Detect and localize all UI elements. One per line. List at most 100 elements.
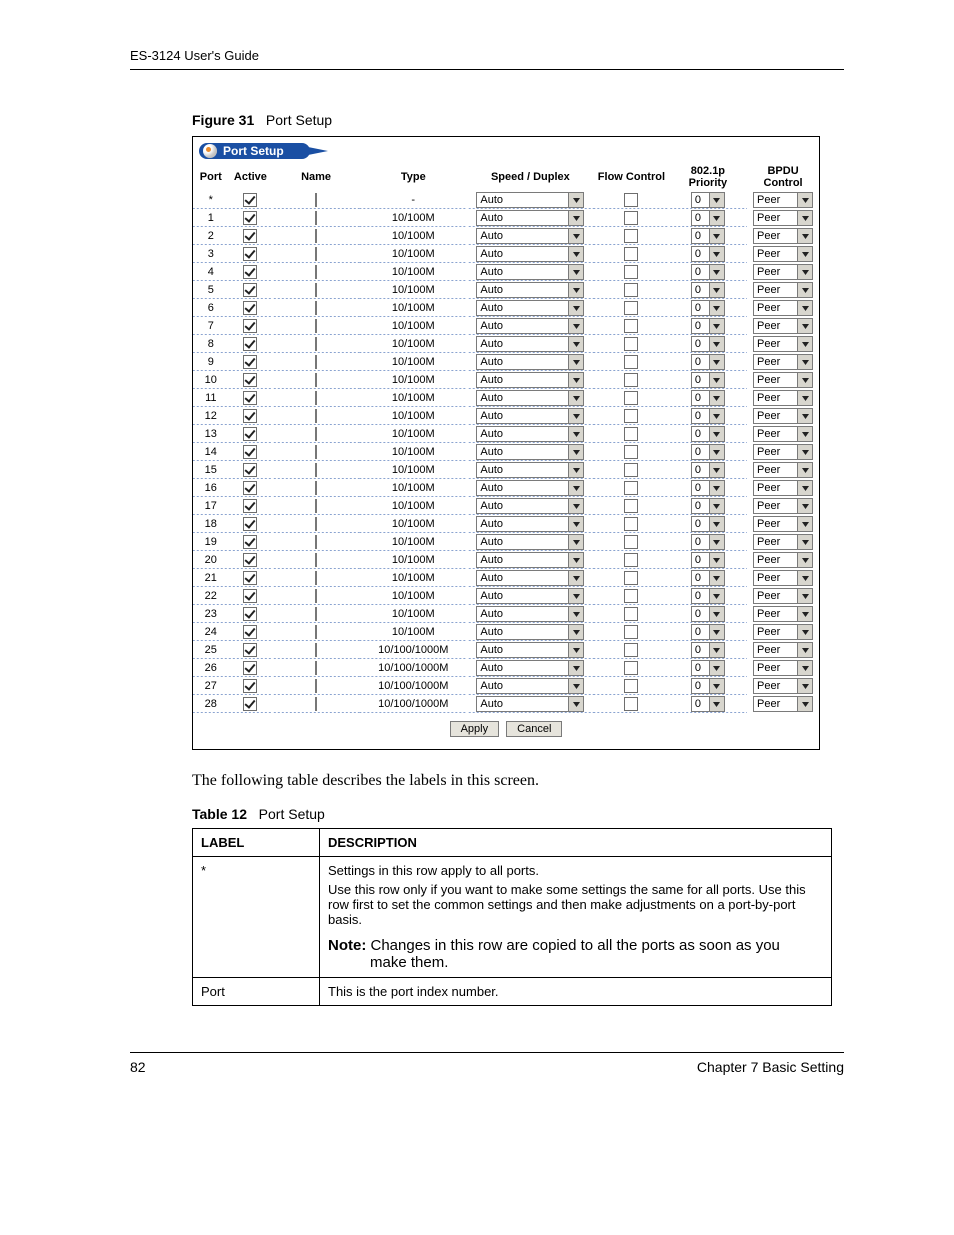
dropdown[interactable]: Auto (476, 624, 584, 640)
chevron-down-icon[interactable] (797, 517, 812, 531)
apply-button[interactable]: Apply (450, 721, 500, 737)
chevron-down-icon[interactable] (797, 265, 812, 279)
dropdown[interactable]: Peer (753, 372, 813, 388)
chevron-down-icon[interactable] (709, 499, 724, 513)
dropdown[interactable]: 0 (691, 210, 725, 226)
dropdown[interactable]: Peer (753, 192, 813, 208)
chevron-down-icon[interactable] (797, 625, 812, 639)
chevron-down-icon[interactable] (568, 391, 583, 405)
name-input[interactable] (315, 445, 317, 459)
active-checkbox[interactable] (243, 679, 257, 693)
flow-checkbox[interactable] (624, 211, 638, 225)
chevron-down-icon[interactable] (797, 535, 812, 549)
active-checkbox[interactable] (243, 463, 257, 477)
chevron-down-icon[interactable] (568, 661, 583, 675)
dropdown[interactable]: Auto (476, 552, 584, 568)
active-checkbox[interactable] (243, 283, 257, 297)
name-input[interactable] (315, 409, 317, 423)
flow-checkbox[interactable] (624, 409, 638, 423)
dropdown[interactable]: Auto (476, 282, 584, 298)
name-input[interactable] (315, 319, 317, 333)
flow-checkbox[interactable] (624, 481, 638, 495)
chevron-down-icon[interactable] (797, 445, 812, 459)
name-input[interactable] (315, 265, 317, 279)
chevron-down-icon[interactable] (709, 571, 724, 585)
dropdown[interactable]: Peer (753, 462, 813, 478)
active-checkbox[interactable] (243, 409, 257, 423)
flow-checkbox[interactable] (624, 679, 638, 693)
name-input[interactable] (315, 337, 317, 351)
chevron-down-icon[interactable] (568, 319, 583, 333)
flow-checkbox[interactable] (624, 607, 638, 621)
name-input[interactable] (315, 463, 317, 477)
chevron-down-icon[interactable] (568, 373, 583, 387)
dropdown[interactable]: Peer (753, 606, 813, 622)
flow-checkbox[interactable] (624, 661, 638, 675)
chevron-down-icon[interactable] (709, 391, 724, 405)
chevron-down-icon[interactable] (797, 391, 812, 405)
chevron-down-icon[interactable] (568, 571, 583, 585)
dropdown[interactable]: Auto (476, 354, 584, 370)
chevron-down-icon[interactable] (797, 589, 812, 603)
flow-checkbox[interactable] (624, 373, 638, 387)
dropdown[interactable]: Auto (476, 480, 584, 496)
dropdown[interactable]: Auto (476, 534, 584, 550)
dropdown[interactable]: Auto (476, 516, 584, 532)
dropdown[interactable]: 0 (691, 408, 725, 424)
chevron-down-icon[interactable] (709, 553, 724, 567)
flow-checkbox[interactable] (624, 535, 638, 549)
chevron-down-icon[interactable] (709, 589, 724, 603)
chevron-down-icon[interactable] (709, 373, 724, 387)
flow-checkbox[interactable] (624, 499, 638, 513)
chevron-down-icon[interactable] (797, 481, 812, 495)
active-checkbox[interactable] (243, 571, 257, 585)
dropdown[interactable]: 0 (691, 444, 725, 460)
dropdown[interactable]: Peer (753, 444, 813, 460)
chevron-down-icon[interactable] (797, 643, 812, 657)
dropdown[interactable]: Peer (753, 660, 813, 676)
chevron-down-icon[interactable] (797, 211, 812, 225)
dropdown[interactable]: Peer (753, 390, 813, 406)
dropdown[interactable]: 0 (691, 624, 725, 640)
name-input[interactable] (315, 283, 317, 297)
name-input[interactable] (315, 481, 317, 495)
dropdown[interactable]: Peer (753, 426, 813, 442)
dropdown[interactable]: 0 (691, 282, 725, 298)
chevron-down-icon[interactable] (709, 535, 724, 549)
chevron-down-icon[interactable] (797, 553, 812, 567)
dropdown[interactable]: 0 (691, 336, 725, 352)
dropdown[interactable]: 0 (691, 372, 725, 388)
active-checkbox[interactable] (243, 697, 257, 711)
dropdown[interactable]: Auto (476, 300, 584, 316)
flow-checkbox[interactable] (624, 247, 638, 261)
dropdown[interactable]: Auto (476, 192, 584, 208)
chevron-down-icon[interactable] (797, 499, 812, 513)
dropdown[interactable]: 0 (691, 570, 725, 586)
flow-checkbox[interactable] (624, 355, 638, 369)
chevron-down-icon[interactable] (709, 625, 724, 639)
dropdown[interactable]: 0 (691, 696, 725, 712)
chevron-down-icon[interactable] (709, 319, 724, 333)
dropdown[interactable]: Peer (753, 336, 813, 352)
chevron-down-icon[interactable] (797, 679, 812, 693)
dropdown[interactable]: Auto (476, 210, 584, 226)
chevron-down-icon[interactable] (568, 463, 583, 477)
name-input[interactable] (315, 373, 317, 387)
name-input[interactable] (315, 643, 317, 657)
dropdown[interactable]: Peer (753, 570, 813, 586)
active-checkbox[interactable] (243, 589, 257, 603)
dropdown[interactable]: Auto (476, 678, 584, 694)
chevron-down-icon[interactable] (568, 211, 583, 225)
dropdown[interactable]: Auto (476, 246, 584, 262)
dropdown[interactable]: 0 (691, 642, 725, 658)
dropdown[interactable]: Auto (476, 426, 584, 442)
chevron-down-icon[interactable] (797, 427, 812, 441)
chevron-down-icon[interactable] (797, 409, 812, 423)
active-checkbox[interactable] (243, 355, 257, 369)
active-checkbox[interactable] (243, 661, 257, 675)
name-input[interactable] (315, 517, 317, 531)
dropdown[interactable]: Peer (753, 300, 813, 316)
name-input[interactable] (315, 211, 317, 225)
chevron-down-icon[interactable] (709, 283, 724, 297)
active-checkbox[interactable] (243, 517, 257, 531)
